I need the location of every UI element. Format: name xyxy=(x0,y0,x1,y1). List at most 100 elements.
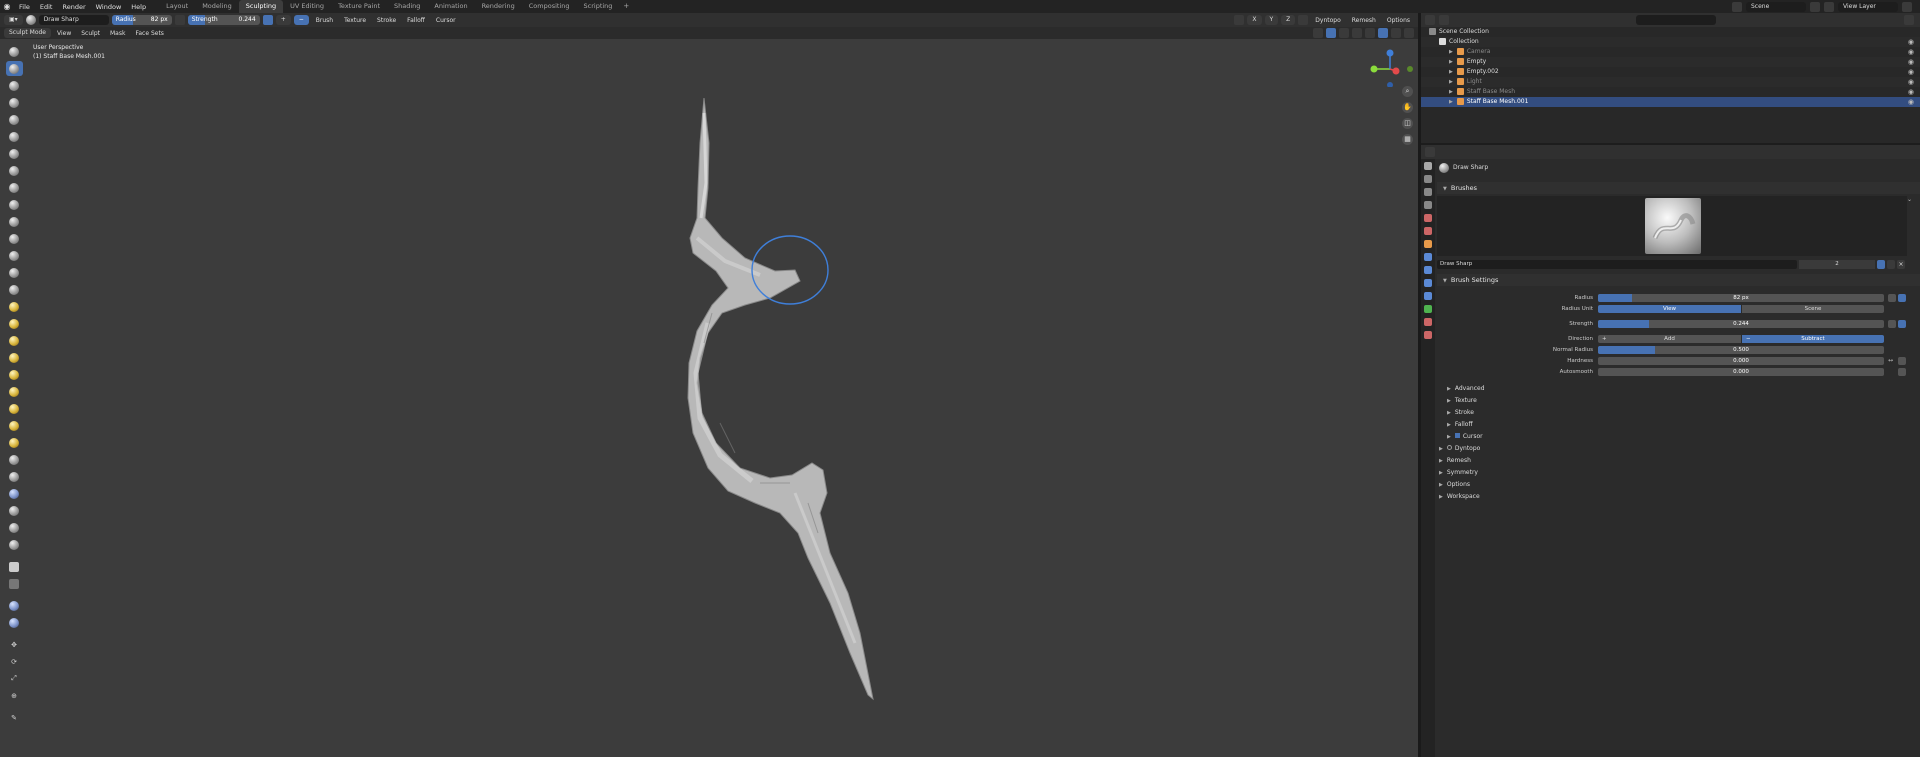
strength-property-slider[interactable]: 0.244 xyxy=(1598,320,1884,328)
tool-flatten[interactable] xyxy=(6,214,23,229)
radius-unit-view-button[interactable]: View xyxy=(1598,305,1741,313)
outliner-collection[interactable]: Collection ◉ xyxy=(1421,37,1920,47)
radius-property-slider[interactable]: 82 px xyxy=(1598,294,1884,302)
world-tab-icon[interactable] xyxy=(1424,227,1432,235)
menu-face-sets[interactable]: Face Sets xyxy=(131,30,167,37)
tool-layer[interactable] xyxy=(6,129,23,144)
navigation-gizmo[interactable] xyxy=(1368,47,1414,87)
viewport-canvas[interactable] xyxy=(0,13,1418,757)
axis-z-toggle[interactable]: Z xyxy=(1281,15,1296,25)
tool-pose[interactable] xyxy=(6,367,23,382)
data-tab-icon[interactable] xyxy=(1424,305,1432,313)
subpanel-stroke[interactable]: ▶ Stroke xyxy=(1447,408,1474,418)
panel-dyntopo[interactable]: ▶ Dyntopo xyxy=(1439,444,1480,454)
tool-elastic-deform[interactable] xyxy=(6,316,23,331)
menu-render[interactable]: Render xyxy=(57,3,90,11)
brush-thumbnail[interactable] xyxy=(1645,198,1701,254)
tool-nudge[interactable] xyxy=(6,384,23,399)
gizmo-neg-z-icon[interactable] xyxy=(1387,82,1393,87)
tool-thumb[interactable] xyxy=(6,350,23,365)
visibility-icon[interactable] xyxy=(1313,28,1323,38)
panel-remesh[interactable]: ▶ Remesh xyxy=(1439,456,1471,466)
tool-pinch[interactable] xyxy=(6,282,23,297)
expand-arrow-icon[interactable]: ▶ xyxy=(1449,99,1453,105)
dyntopo-enable-checkbox[interactable] xyxy=(1446,445,1452,450)
brush-preview-area[interactable] xyxy=(1437,196,1907,256)
3d-viewport[interactable]: ▣▾ Draw Sharp Radius 82 px Strength 0.24… xyxy=(0,13,1418,757)
unlink-brush-icon[interactable]: × xyxy=(1897,260,1905,269)
radius-slider[interactable]: Radius 82 px xyxy=(111,15,172,25)
outliner-item[interactable]: ▶ Empty.002 ◉ xyxy=(1421,67,1920,77)
tab-texture-paint[interactable]: Texture Paint xyxy=(331,0,387,13)
material-tab-icon[interactable] xyxy=(1424,318,1432,326)
subpanel-texture[interactable]: ▶ Texture xyxy=(1447,396,1477,406)
expand-arrow-icon[interactable]: ▶ xyxy=(1449,59,1453,65)
tool-clay-strips[interactable] xyxy=(6,95,23,110)
xray-toggle-icon[interactable] xyxy=(1352,28,1362,38)
pan-hand-icon[interactable]: ✋ xyxy=(1402,102,1413,113)
axis-y-toggle[interactable]: Y xyxy=(1264,15,1279,25)
panel-symmetry[interactable]: ▶ Symmetry xyxy=(1439,468,1478,478)
scene-new-icon[interactable] xyxy=(1810,1,1820,12)
menu-file[interactable]: File xyxy=(14,3,35,11)
tool-draw[interactable] xyxy=(6,44,23,59)
autosmooth-edit-icon[interactable] xyxy=(1898,368,1906,376)
expand-arrow-icon[interactable]: ▶ xyxy=(1449,89,1453,95)
tool-clay-thumb[interactable] xyxy=(6,112,23,127)
tool-crease[interactable] xyxy=(6,180,23,195)
menu-texture[interactable]: Texture xyxy=(340,17,370,24)
object-tab-icon[interactable] xyxy=(1424,240,1432,248)
menu-stroke[interactable]: Stroke xyxy=(373,17,400,24)
tool-snake-hook[interactable] xyxy=(6,333,23,348)
tab-sculpting[interactable]: Sculpting xyxy=(238,0,284,13)
symmetry-icon[interactable] xyxy=(1234,15,1245,25)
tool-annotate-icon[interactable]: ✎ xyxy=(6,710,23,725)
strength-pressure-toggle-icon[interactable] xyxy=(1898,320,1906,328)
gizmo-y-axis-icon[interactable] xyxy=(1370,65,1378,73)
dyntopo-menu[interactable]: Dyntopo xyxy=(1311,17,1344,24)
overlay-toggle-icon[interactable] xyxy=(1339,28,1349,38)
outliner-item[interactable]: ▶ Staff Base Mesh ◉ xyxy=(1421,87,1920,97)
tool-multiplane-scrape[interactable] xyxy=(6,265,23,280)
tool-blob[interactable] xyxy=(6,163,23,178)
tool-smooth[interactable] xyxy=(6,197,23,212)
tool-draw-sharp[interactable] xyxy=(5,61,23,76)
tool-fill[interactable] xyxy=(6,231,23,246)
radius-unit-scene-button[interactable]: Scene xyxy=(1742,305,1884,313)
tab-uv-editing[interactable]: UV Editing xyxy=(283,0,331,13)
display-mode-icon[interactable] xyxy=(1439,15,1449,25)
tool-cloth[interactable] xyxy=(6,452,23,467)
tab-shading[interactable]: Shading xyxy=(387,0,427,13)
menu-sculpt[interactable]: Sculpt xyxy=(77,30,104,37)
physics-tab-icon[interactable] xyxy=(1424,279,1432,287)
brush-users-count[interactable]: 2 xyxy=(1799,260,1875,269)
view-layer-icon[interactable] xyxy=(1824,1,1834,12)
particles-tab-icon[interactable] xyxy=(1424,266,1432,274)
normal-radius-slider[interactable]: 0.500 xyxy=(1598,346,1884,354)
constraints-tab-icon[interactable] xyxy=(1424,292,1432,300)
mode-selector[interactable]: Sculpt Mode xyxy=(4,28,51,38)
brush-preview-icon[interactable] xyxy=(25,15,36,25)
tab-scripting[interactable]: Scripting xyxy=(577,0,620,13)
tool-mesh-filter[interactable] xyxy=(6,598,23,613)
expand-arrow-icon[interactable]: ▶ xyxy=(1449,69,1453,75)
subpanel-cursor[interactable]: ▶ Cursor xyxy=(1447,432,1483,442)
scene-tab-icon[interactable] xyxy=(1424,214,1432,222)
eye-icon[interactable]: ◉ xyxy=(1908,97,1914,107)
outliner-item[interactable]: ▶ Staff Base Mesh.001 ◉ xyxy=(1421,97,1920,107)
tab-rendering[interactable]: Rendering xyxy=(475,0,522,13)
gizmo-x-axis-icon[interactable] xyxy=(1392,67,1400,75)
outliner-editor-icon[interactable] xyxy=(1425,15,1435,25)
tool-simplify[interactable] xyxy=(6,469,23,484)
eye-icon[interactable]: ◉ xyxy=(1908,67,1914,77)
menu-help[interactable]: Help xyxy=(126,3,151,11)
eye-icon[interactable]: ◉ xyxy=(1908,47,1914,57)
strength-edit-icon[interactable] xyxy=(1888,320,1896,328)
radius-pressure-icon[interactable] xyxy=(174,15,185,25)
tab-modeling[interactable]: Modeling xyxy=(195,0,239,13)
brushes-panel-header[interactable]: ▼ Brushes xyxy=(1437,182,1920,194)
zoom-icon[interactable]: ⌕ xyxy=(1402,86,1413,97)
modifier-tab-icon[interactable] xyxy=(1424,253,1432,261)
direction-subtract-option[interactable]: − Subtract xyxy=(1742,335,1884,343)
direction-add-option[interactable]: + Add xyxy=(1598,335,1741,343)
